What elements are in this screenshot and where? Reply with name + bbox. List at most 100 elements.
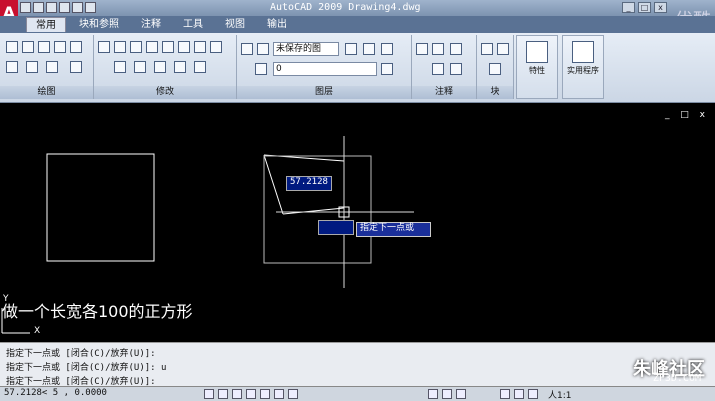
new-icon[interactable] bbox=[20, 2, 31, 13]
caption-text: 做一个长宽各100的正方形 bbox=[2, 302, 193, 321]
dynamic-prompt: 指定下一点或 bbox=[356, 222, 432, 237]
region-icon[interactable] bbox=[70, 61, 82, 73]
panel-label-layers[interactable]: 图层 bbox=[237, 86, 411, 99]
minimize-icon[interactable]: _ bbox=[622, 2, 635, 13]
square-outline[interactable] bbox=[263, 155, 372, 264]
trim-icon[interactable] bbox=[134, 61, 146, 73]
ucs-y-label: Y bbox=[3, 294, 9, 304]
circle-icon[interactable] bbox=[6, 61, 18, 73]
tab-blocks-references[interactable]: 块和参照 bbox=[70, 17, 128, 32]
panel-label-draw[interactable]: 绘图 bbox=[0, 86, 93, 99]
status-bar: 57.2128< 5 , 0.0000 人1:1 bbox=[0, 386, 715, 401]
layer-properties-icon[interactable] bbox=[241, 43, 253, 55]
dynamic-prompt-label: 指定下一点或 bbox=[360, 223, 415, 233]
panel-label-annotation[interactable]: 注释 bbox=[412, 86, 476, 99]
rectangle-icon[interactable] bbox=[54, 41, 66, 53]
text-icon[interactable] bbox=[432, 43, 444, 55]
offset-icon[interactable] bbox=[174, 61, 186, 73]
dimension-icon[interactable] bbox=[450, 43, 462, 55]
erase-icon[interactable] bbox=[114, 61, 126, 73]
create-block-icon[interactable] bbox=[497, 43, 509, 55]
polyline-icon[interactable] bbox=[22, 41, 34, 53]
close-icon[interactable]: x bbox=[654, 2, 667, 13]
grid-display-icon[interactable] bbox=[218, 389, 228, 399]
drawing-window-controls[interactable]: _ □ x bbox=[665, 110, 709, 120]
save-icon[interactable] bbox=[46, 2, 57, 13]
ellipse-icon[interactable] bbox=[26, 61, 38, 73]
dynamic-input-icon[interactable] bbox=[288, 389, 298, 399]
layers-panel: 未保存的图 0 图层 bbox=[237, 35, 412, 99]
coordinate-readout[interactable]: 57.2128< 5 , 0.0000 bbox=[4, 388, 107, 398]
polar-tracking-icon[interactable] bbox=[246, 389, 256, 399]
ribbon-tab-row: 常用 块和参照 注释 工具 视图 输出 bbox=[0, 16, 715, 33]
polygon-icon[interactable] bbox=[38, 41, 50, 53]
modify-panel: 修改 bbox=[94, 35, 237, 99]
pan-icon[interactable] bbox=[500, 389, 510, 399]
tab-tools[interactable]: 工具 bbox=[174, 17, 212, 32]
mirror-icon[interactable] bbox=[146, 41, 158, 53]
panel-label-modify[interactable]: 修改 bbox=[94, 86, 236, 99]
layer-isolate-icon[interactable] bbox=[381, 43, 393, 55]
ribbon: 绘图 修改 未保存的图 0 图层 注释 块 特性 实用程序 bbox=[0, 33, 715, 103]
layer-state-icon[interactable] bbox=[257, 43, 269, 55]
fillet-icon[interactable] bbox=[162, 41, 174, 53]
snap-mode-icon[interactable] bbox=[204, 389, 214, 399]
tab-output[interactable]: 输出 bbox=[258, 17, 296, 32]
dynamic-input-box[interactable] bbox=[318, 220, 354, 235]
explode-icon[interactable] bbox=[178, 41, 190, 53]
arc-icon[interactable] bbox=[70, 41, 82, 53]
make-current-icon[interactable] bbox=[255, 63, 267, 75]
restore-icon[interactable]: □ bbox=[638, 2, 651, 13]
open-icon[interactable] bbox=[33, 2, 44, 13]
layer-walk-icon[interactable] bbox=[381, 63, 393, 75]
insert-block-icon[interactable] bbox=[481, 43, 493, 55]
array-icon[interactable] bbox=[194, 61, 206, 73]
model-space-icon[interactable] bbox=[428, 389, 438, 399]
scale-icon[interactable] bbox=[210, 41, 222, 53]
layer-dropdown[interactable]: 0 bbox=[273, 62, 377, 76]
window-controls: _ □ x bbox=[622, 2, 667, 13]
multiline-text-icon[interactable] bbox=[416, 43, 428, 55]
move-icon[interactable] bbox=[98, 41, 110, 53]
layer-match-icon[interactable] bbox=[363, 43, 375, 55]
block-panel: 块 bbox=[477, 35, 514, 99]
command-history-line: 指定下一点或 [闭合(C)/放弃(U)]: u bbox=[6, 363, 167, 373]
edit-block-icon[interactable] bbox=[489, 63, 501, 75]
tab-home[interactable]: 常用 bbox=[26, 17, 66, 32]
extend-icon[interactable] bbox=[154, 61, 166, 73]
table-icon[interactable] bbox=[432, 63, 444, 75]
line-icon[interactable] bbox=[6, 41, 18, 53]
layout2-icon[interactable] bbox=[456, 389, 466, 399]
layer-previous-icon[interactable] bbox=[345, 43, 357, 55]
redo-icon[interactable] bbox=[85, 2, 96, 13]
ucs-x-label: X bbox=[34, 326, 41, 336]
object-snap-tracking-icon[interactable] bbox=[274, 389, 284, 399]
draw-panel: 绘图 bbox=[0, 35, 94, 99]
dynamic-input-tooltip[interactable]: 57.2128 bbox=[286, 176, 332, 191]
command-window[interactable]: 指定下一点或 [闭合(C)/放弃(U)]: 指定下一点或 [闭合(C)/放弃(U… bbox=[0, 342, 715, 387]
stretch-icon[interactable] bbox=[194, 41, 206, 53]
polyline-segment[interactable] bbox=[263, 154, 284, 215]
panel-label-block[interactable]: 块 bbox=[477, 86, 513, 99]
zoom-icon[interactable] bbox=[514, 389, 524, 399]
rotate-icon[interactable] bbox=[114, 41, 126, 53]
watermark-site: ZF3D.COM bbox=[652, 373, 701, 384]
properties-button[interactable]: 特性 bbox=[516, 35, 558, 99]
steering-wheel-icon[interactable] bbox=[528, 389, 538, 399]
ortho-mode-icon[interactable] bbox=[232, 389, 242, 399]
tab-view[interactable]: 视图 bbox=[216, 17, 254, 32]
annotation-scale[interactable]: 人1:1 bbox=[548, 388, 572, 401]
hatch-icon[interactable] bbox=[46, 61, 58, 73]
layout-icon[interactable] bbox=[442, 389, 452, 399]
copy-icon[interactable] bbox=[130, 41, 142, 53]
undo-icon[interactable] bbox=[72, 2, 83, 13]
object-snap-icon[interactable] bbox=[260, 389, 270, 399]
layer-state-dropdown[interactable]: 未保存的图 bbox=[273, 42, 339, 56]
polyline-segment[interactable] bbox=[282, 207, 345, 215]
print-icon[interactable] bbox=[59, 2, 70, 13]
leader-icon[interactable] bbox=[450, 63, 462, 75]
tab-annotate[interactable]: 注释 bbox=[132, 17, 170, 32]
square-shape[interactable] bbox=[46, 153, 155, 262]
drawing-area[interactable]: 57.2128 指定下一点或 做一个长宽各100的正方形 X Y bbox=[0, 108, 715, 340]
utilities-button[interactable]: 实用程序 bbox=[562, 35, 604, 99]
